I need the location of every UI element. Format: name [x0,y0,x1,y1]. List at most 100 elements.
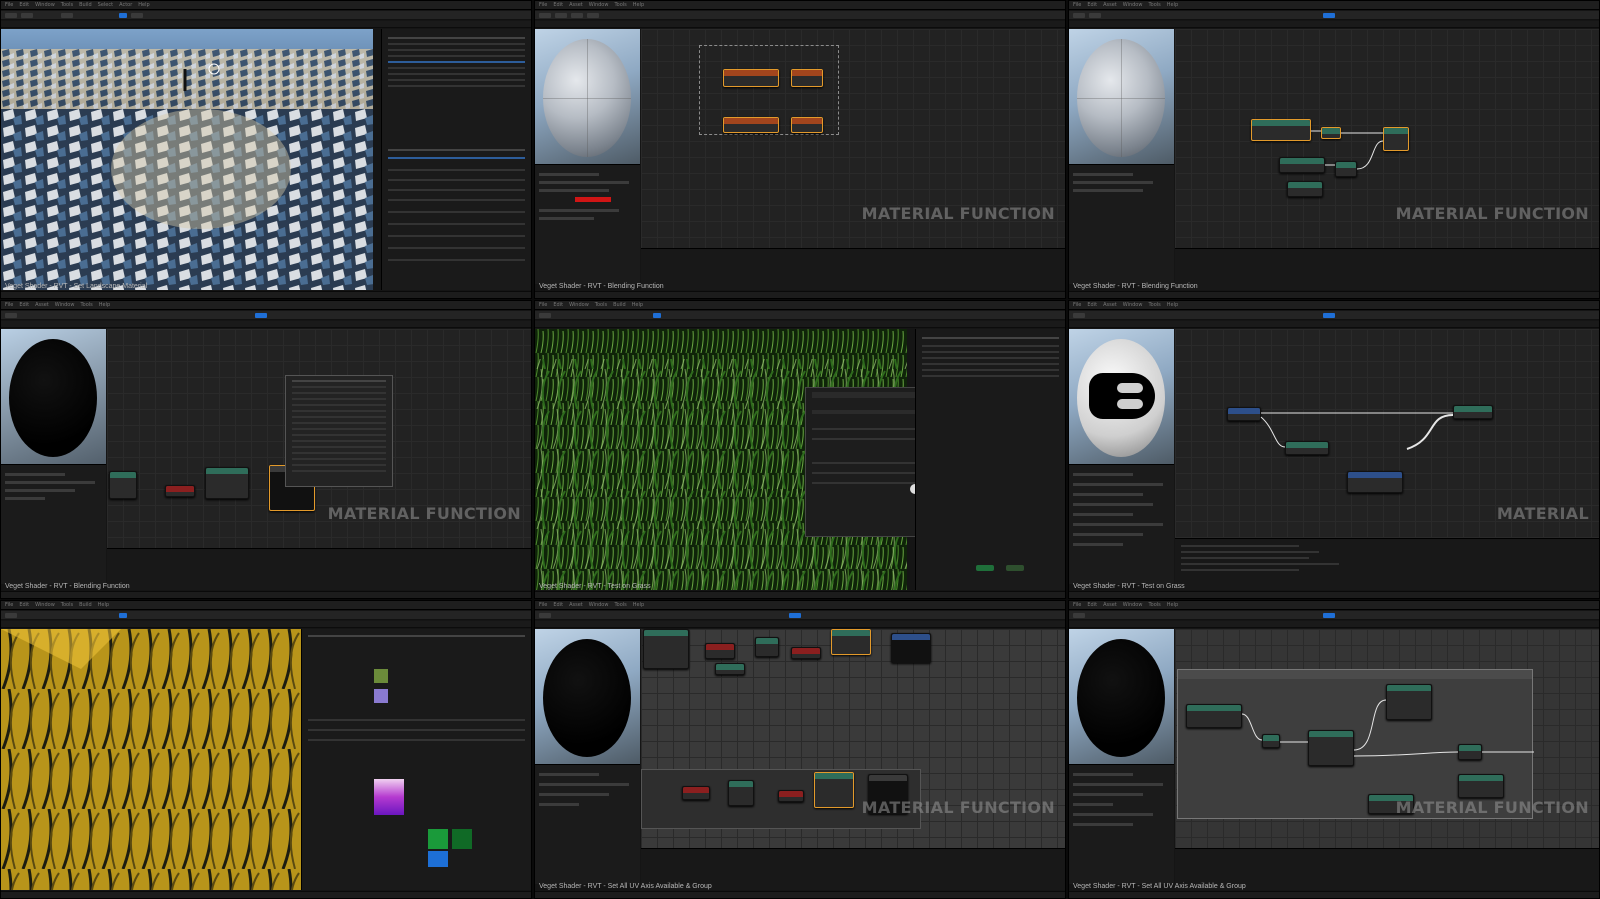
preview-sphere [1077,639,1165,757]
material-preview[interactable] [1069,629,1174,764]
graph-node[interactable] [755,637,779,657]
apply-button[interactable] [976,565,994,571]
status-bar [1069,291,1599,298]
menu-bar[interactable]: File Edit Asset Window Tools Help [1,301,531,310]
menu-bar[interactable]: File Edit Asset Window Tools Help [535,601,1065,610]
details-panel[interactable] [1069,164,1174,284]
details-panel[interactable] [535,764,640,884]
tile-uv-axis-group-1[interactable]: File Edit Asset Window Tools Help MATERIAL FU… [534,600,1066,899]
editor-tab-bar[interactable] [535,621,1065,628]
material-instance-panel[interactable] [301,629,531,890]
viewport-tab-bar[interactable] [1,21,531,28]
texture-thumb[interactable] [374,669,388,683]
main-toolbar[interactable] [535,311,1065,320]
editor-tab-bar[interactable] [1069,21,1599,28]
menu-bar[interactable]: File Edit Window Tools Build Help [1,601,531,610]
graph-node[interactable] [778,790,804,802]
outliner-panel[interactable] [915,329,1065,590]
graph-node[interactable] [891,633,931,663]
tile-caption: Veget Shader - RVT - Blending Function [1073,283,1198,290]
graph-node[interactable] [109,471,137,499]
level-viewport[interactable] [1,629,301,890]
graph-node[interactable] [791,69,823,87]
status-bar [535,591,1065,598]
outliner-panel[interactable] [381,29,531,290]
watermark-label: MATERIAL FUNCTION [327,504,521,523]
material-toolbar[interactable] [1069,311,1599,320]
menu-bar[interactable]: File Edit Asset Window Tools Help [1069,601,1599,610]
tile-blending-function-1[interactable]: File Edit Asset Window Tools Help MATERIAL FU… [534,0,1066,299]
graph-node[interactable] [643,629,689,669]
material-preview[interactable] [535,29,640,164]
material-preview[interactable] [1069,29,1174,164]
texture-thumb[interactable] [374,689,388,703]
status-bar [1,591,531,598]
details-panel[interactable] [1069,464,1174,584]
viewport-tab-bar[interactable] [1,621,531,628]
stats-panel [107,548,531,590]
material-preview[interactable] [535,629,640,764]
material-toolbar[interactable] [535,611,1065,620]
color-curve-swatch[interactable] [374,779,404,815]
material-toolbar[interactable] [1069,11,1599,20]
details-panel[interactable] [1069,764,1174,884]
node-search-popup[interactable] [285,375,393,487]
material-preview[interactable] [1069,329,1174,464]
comment-box[interactable] [1177,669,1534,819]
main-toolbar[interactable] [1,11,531,20]
menu-bar[interactable]: File Edit Asset Window Tools Help [1069,301,1599,310]
graph-node[interactable] [723,69,779,87]
level-viewport[interactable] [1,29,373,290]
tile-test-on-grass-material[interactable]: File Edit Asset Window Tools Help MATERI… [1068,300,1600,599]
menu-bar[interactable]: File Edit Window Tools Build Help [535,301,1065,310]
save-button[interactable] [1006,565,1024,571]
graph-node[interactable] [814,772,854,808]
color-swatch[interactable] [575,197,611,202]
material-toolbar[interactable] [1069,611,1599,620]
graph-node[interactable] [205,467,249,499]
tile-caption: Veget Shader - RVT - Set Landscape Mater… [5,283,148,290]
play-icon[interactable] [119,13,127,18]
graph-node[interactable] [723,117,779,133]
preview-sphere [9,339,97,457]
graph-node[interactable] [705,643,735,659]
viewport-tab-bar[interactable] [535,321,1065,328]
tile-blending-function-2[interactable]: File Edit Asset Window Tools Help MATERIAL FU… [1068,0,1600,299]
graph-node[interactable] [791,647,821,659]
texture-thumb[interactable] [452,829,472,849]
preview-sphere [1077,339,1165,457]
tile-caption: Veget Shader - RVT - Set All UV Axis Ava… [1073,883,1246,890]
play-icon[interactable] [119,613,127,618]
editor-tab-bar[interactable] [1069,321,1599,328]
details-panel[interactable] [535,164,640,284]
tile-uv-axis-group-2[interactable]: File Edit Asset Window Tools Help MATERI… [1068,600,1600,899]
graph-node[interactable] [728,780,754,806]
editor-tab-bar[interactable] [1,321,531,328]
details-panel[interactable] [1,464,106,584]
menu-bar[interactable]: File Edit Window Tools Build Select Actor Help [1,1,531,10]
graph-node[interactable] [165,485,195,497]
tile-grass-closeup[interactable]: File Edit Window Tools Build Help [0,600,532,899]
watermark-label: MATERIAL FUNCTION [861,204,1055,223]
tile-set-landscape-material[interactable]: File Edit Window Tools Build Select Actor Help [0,0,532,299]
editor-tab-bar[interactable] [535,21,1065,28]
graph-node[interactable] [791,117,823,133]
tutorial-thumbnail-grid: File Edit Window Tools Build Select Actor Help [0,0,1600,899]
graph-node[interactable] [682,786,710,800]
editor-tab-bar[interactable] [1069,621,1599,628]
material-toolbar[interactable] [1,311,531,320]
stats-panel [1175,248,1599,290]
main-toolbar[interactable] [1,611,531,620]
graph-node[interactable] [831,629,871,655]
texture-thumb[interactable] [428,829,448,849]
material-preview[interactable] [1,329,106,464]
status-bar [1069,591,1599,598]
material-toolbar[interactable] [535,11,1065,20]
graph-node[interactable] [715,663,745,675]
texture-thumb[interactable] [428,851,448,867]
menu-bar[interactable]: File Edit Asset Window Tools Help [535,1,1065,10]
tile-test-on-grass-viewport[interactable]: File Edit Window Tools Build Help Veget … [534,300,1066,599]
tile-blending-function-3[interactable]: File Edit Asset Window Tools Help MATERIAL FU… [0,300,532,599]
play-icon[interactable] [653,313,661,318]
menu-bar[interactable]: File Edit Asset Window Tools Help [1069,1,1599,10]
